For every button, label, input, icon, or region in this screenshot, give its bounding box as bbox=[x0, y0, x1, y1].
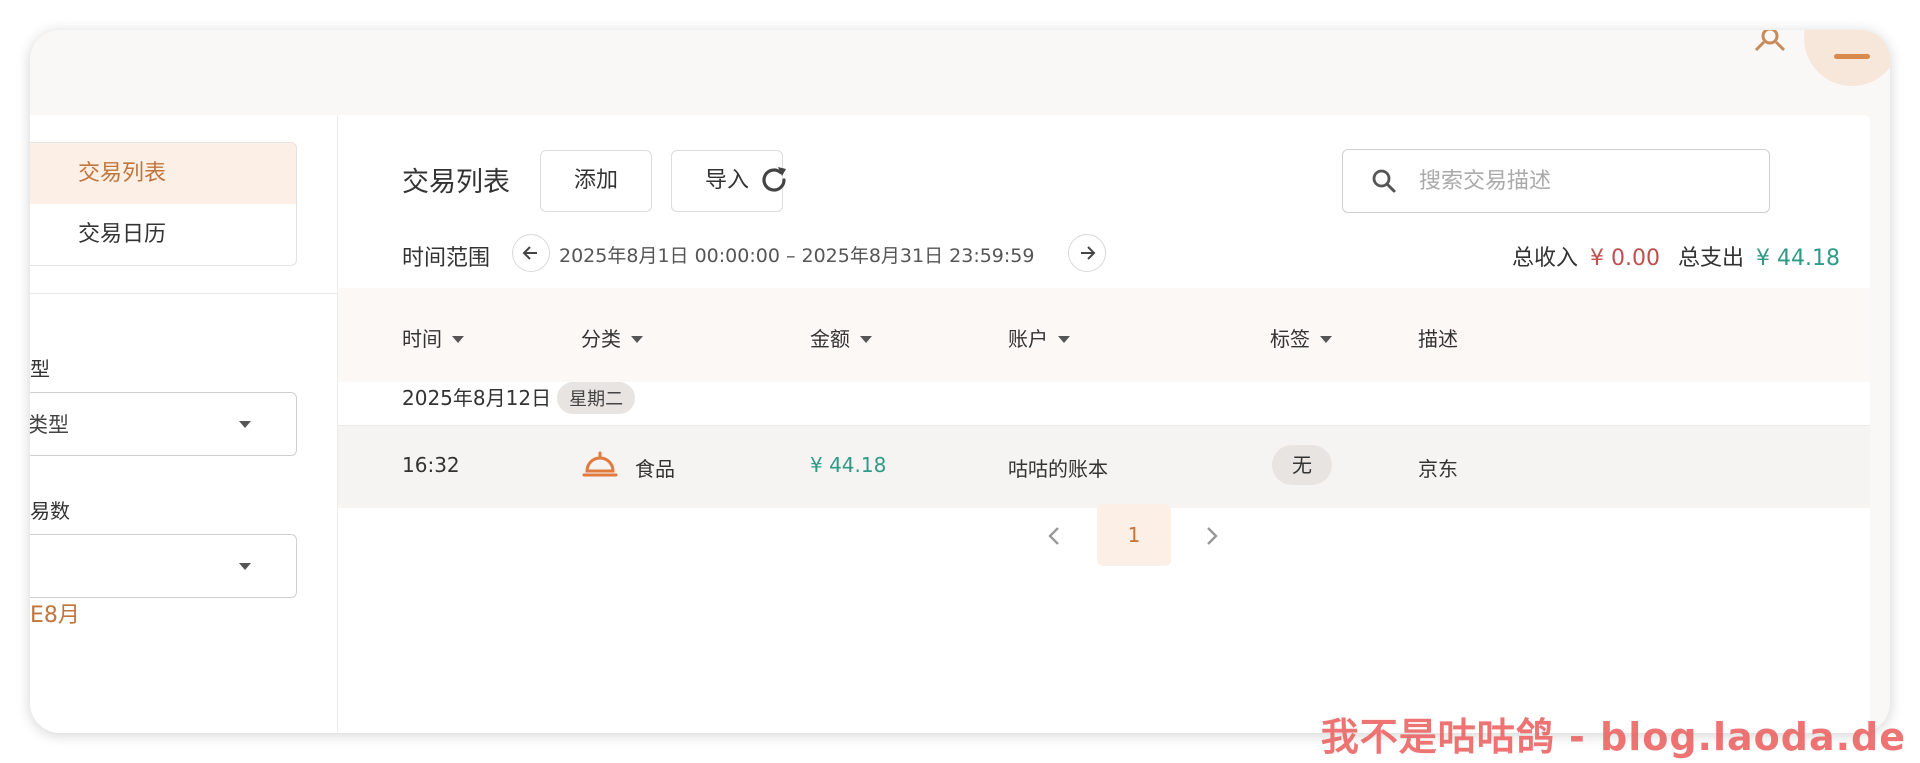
main-panel: 交易列表 添加 导入 时间范围 2025年8月1日 bbox=[338, 115, 1870, 733]
table-row[interactable]: 16:32 食品 ¥ 44.18 咕咕的账本 无 京东 bbox=[338, 425, 1870, 508]
sidebar-divider bbox=[30, 293, 337, 294]
avatar[interactable] bbox=[1804, 30, 1890, 86]
expense-label: 总支出 bbox=[1678, 246, 1745, 271]
column-header-label: 标签 bbox=[1270, 327, 1310, 351]
caret-down-icon bbox=[1320, 336, 1332, 343]
search-box[interactable] bbox=[1342, 149, 1770, 213]
caret-down-icon bbox=[1058, 336, 1070, 343]
row-description: 京东 bbox=[1418, 457, 1458, 481]
column-header-label: 时间 bbox=[402, 327, 442, 351]
sidebar-item-transaction-list[interactable]: 交易列表 bbox=[30, 143, 296, 204]
expense-value: ¥ 44.18 bbox=[1756, 246, 1840, 271]
watermark: 我不是咕咕鸽 - blog.laoda.de bbox=[1320, 715, 1906, 759]
row-amount: ¥ 44.18 bbox=[810, 453, 887, 477]
column-header-account[interactable]: 账户 bbox=[1008, 323, 1070, 352]
time-range-label: 时间范围 bbox=[402, 246, 491, 271]
income-value: ¥ 0.00 bbox=[1590, 246, 1660, 271]
page-button-1[interactable]: 1 bbox=[1097, 504, 1171, 566]
food-service-bell-icon bbox=[582, 451, 618, 477]
row-account: 咕咕的账本 bbox=[1008, 457, 1108, 481]
search-icon bbox=[1372, 169, 1396, 193]
app-window: 交易列表 交易日历 型 类型 易数 E8月 交易列表 添加 导入 搜索交易描述 … bbox=[30, 30, 1890, 733]
type-select[interactable]: 类型 bbox=[30, 392, 297, 456]
weekday-badge: 星期二 bbox=[557, 382, 636, 414]
next-range-button[interactable] bbox=[1068, 234, 1106, 272]
content-area: 交易列表 交易日历 型 类型 易数 E8月 交易列表 添加 导入 搜索交易描述 … bbox=[30, 115, 1870, 733]
arrow-left-icon bbox=[522, 246, 537, 260]
column-header-label: 描述 bbox=[1418, 327, 1458, 351]
time-range-value: 2025年8月1日 00:00:00 – 2025年8月31日 23:59:59 bbox=[559, 245, 1035, 267]
table-header: 时间 分类 金额 账户 标签 描述 bbox=[338, 288, 1870, 382]
column-header-description: 描述 bbox=[1418, 323, 1458, 352]
date-group-header: 2025年8月12日 星期二 bbox=[402, 382, 636, 414]
sidebar-nav: 交易列表 交易日历 bbox=[30, 142, 297, 266]
column-header-amount[interactable]: 金额 bbox=[810, 323, 872, 352]
chevron-left-icon[interactable] bbox=[1038, 520, 1070, 552]
search-input[interactable] bbox=[1417, 160, 1751, 202]
caret-down-icon bbox=[631, 336, 643, 343]
column-header-category[interactable]: 分类 bbox=[581, 323, 643, 352]
add-button[interactable]: 添加 bbox=[540, 150, 652, 212]
column-header-time[interactable]: 时间 bbox=[402, 323, 464, 352]
column-header-label: 金额 bbox=[810, 327, 850, 351]
prev-range-button[interactable] bbox=[512, 234, 550, 272]
type-select-value: 类型 bbox=[30, 413, 69, 437]
type-filter-label: 型 bbox=[30, 357, 50, 381]
chevron-down-icon bbox=[239, 563, 251, 570]
sidebar: 交易列表 交易日历 型 类型 易数 E8月 bbox=[30, 115, 338, 733]
row-time: 16:32 bbox=[402, 453, 460, 477]
income-label: 总收入 bbox=[1512, 246, 1579, 271]
count-filter-label: 易数 bbox=[30, 499, 70, 523]
row-category: 食品 bbox=[635, 457, 675, 481]
caret-down-icon bbox=[860, 336, 872, 343]
summary: 总收入 ¥ 0.00 总支出 ¥ 44.18 bbox=[1512, 240, 1840, 272]
chevron-down-icon bbox=[239, 421, 251, 428]
column-header-label: 账户 bbox=[1008, 327, 1048, 351]
group-date: 2025年8月12日 bbox=[402, 386, 552, 410]
column-header-label: 分类 bbox=[581, 327, 621, 351]
refresh-icon[interactable] bbox=[758, 164, 790, 196]
sidebar-item-transaction-calendar[interactable]: 交易日历 bbox=[30, 204, 296, 265]
caret-down-icon bbox=[452, 336, 464, 343]
page-title: 交易列表 bbox=[402, 167, 510, 198]
theme-toggle-icon[interactable] bbox=[1750, 30, 1790, 56]
chevron-right-icon[interactable] bbox=[1196, 520, 1228, 552]
row-tag-chip: 无 bbox=[1272, 445, 1332, 485]
month-item[interactable]: E8月 bbox=[30, 597, 80, 629]
column-header-tag[interactable]: 标签 bbox=[1270, 323, 1332, 352]
arrow-right-icon bbox=[1081, 246, 1096, 260]
count-select[interactable] bbox=[30, 534, 297, 598]
